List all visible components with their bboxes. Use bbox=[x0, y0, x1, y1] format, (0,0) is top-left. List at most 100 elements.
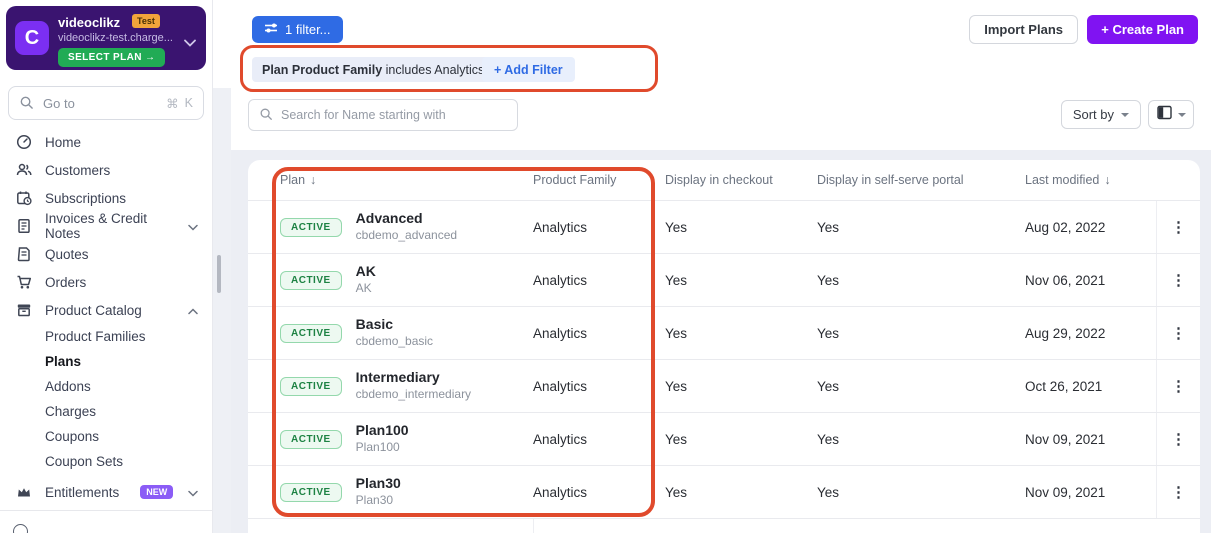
column-label: Last modified bbox=[1025, 173, 1099, 187]
chevron-down-icon[interactable] bbox=[184, 34, 196, 52]
filter-field: Plan Product Family bbox=[262, 63, 382, 77]
table-row-partial[interactable]: ACTIVE bbox=[248, 518, 1200, 533]
people-icon bbox=[16, 162, 32, 178]
column-header-product-family: Product Family bbox=[533, 173, 665, 187]
plans-table-card: Plan ↓ Product Family Display in checkou… bbox=[248, 160, 1200, 533]
kebab-menu-icon[interactable]: ⋮ bbox=[1171, 379, 1186, 394]
plan-name: Basic bbox=[356, 316, 433, 334]
sort-by-button[interactable]: Sort by bbox=[1061, 100, 1141, 129]
table-header: Plan ↓ Product Family Display in checkou… bbox=[248, 160, 1200, 200]
search-input[interactable]: Search for Name starting with bbox=[248, 99, 518, 131]
display-checkout-cell: Yes bbox=[665, 485, 817, 500]
sidebar-item-plans[interactable]: Plans bbox=[0, 349, 212, 374]
box-icon bbox=[16, 302, 32, 318]
filter-condition: includes Analytics bbox=[382, 63, 484, 77]
sidebar-item-addons[interactable]: Addons bbox=[0, 374, 212, 399]
last-modified-cell: Nov 09, 2021 bbox=[1025, 485, 1156, 500]
status-badge: ACTIVE bbox=[280, 324, 342, 343]
plan-code: cbdemo_basic bbox=[356, 334, 433, 350]
app-window: C videoclikz Test videoclikz-test.charge… bbox=[0, 0, 1211, 533]
kebab-menu-icon[interactable]: ⋮ bbox=[1171, 432, 1186, 447]
sidebar-item-label: Home bbox=[45, 135, 81, 150]
sidebar-item-quotes[interactable]: Quotes bbox=[0, 240, 212, 268]
kebab-menu-icon[interactable]: ⋮ bbox=[1171, 326, 1186, 341]
calendar-clock-icon bbox=[16, 190, 32, 206]
plan-name: Plan30 bbox=[356, 475, 401, 493]
plan-code: Plan100 bbox=[356, 440, 409, 456]
kebab-menu-icon[interactable]: ⋮ bbox=[1171, 273, 1186, 288]
table-row[interactable]: ACTIVE Intermediary cbdemo_intermediary … bbox=[248, 359, 1200, 412]
plan-name: Intermediary bbox=[356, 369, 471, 387]
quote-doc-icon bbox=[16, 246, 32, 262]
search-icon bbox=[19, 95, 35, 111]
display-checkout-cell: Yes bbox=[665, 432, 817, 447]
create-plan-button[interactable]: + Create Plan bbox=[1087, 15, 1198, 44]
display-portal-cell: Yes bbox=[817, 379, 1025, 394]
org-domain: videoclikz-test.charge... bbox=[58, 32, 173, 44]
sidebar-item-coupons[interactable]: Coupons bbox=[0, 424, 212, 449]
active-filter-chip[interactable]: Plan Product Family includes Analytics bbox=[252, 57, 494, 82]
sidebar-item-orders[interactable]: Orders bbox=[0, 268, 212, 296]
org-name: videoclikz bbox=[58, 15, 120, 30]
table-body: ACTIVE Advanced cbdemo_advanced Analytic… bbox=[248, 200, 1200, 533]
sidebar-sub-label: Plans bbox=[45, 354, 81, 369]
table-row[interactable]: ACTIVE Plan100 Plan100 Analytics Yes Yes… bbox=[248, 412, 1200, 465]
status-badge: ACTIVE bbox=[280, 271, 342, 290]
product-family-cell: Analytics bbox=[533, 432, 665, 447]
plan-cell: ACTIVE Plan100 Plan100 bbox=[280, 422, 533, 455]
search-placeholder: Search for Name starting with bbox=[281, 108, 446, 122]
kebab-menu-icon[interactable]: ⋮ bbox=[1171, 485, 1186, 500]
invoice-icon bbox=[16, 218, 32, 234]
table-row[interactable]: ACTIVE Plan30 Plan30 Analytics Yes Yes N… bbox=[248, 465, 1200, 518]
sidebar-scrollbar[interactable] bbox=[217, 255, 221, 293]
sidebar-item-charges[interactable]: Charges bbox=[0, 399, 212, 424]
sidebar-item-customers[interactable]: Customers bbox=[0, 156, 212, 184]
display-portal-cell: Yes bbox=[817, 220, 1025, 235]
org-switcher[interactable]: C videoclikz Test videoclikz-test.charge… bbox=[6, 6, 206, 70]
k-key: K bbox=[185, 96, 193, 111]
sidebar-item-entitlements[interactable]: Entitlements NEW bbox=[0, 478, 212, 506]
sidebar-sub-label: Addons bbox=[45, 379, 91, 394]
caret-down-icon bbox=[1178, 113, 1186, 117]
display-portal-cell: Yes bbox=[817, 485, 1025, 500]
table-row[interactable]: ACTIVE AK AK Analytics Yes Yes Nov 06, 2… bbox=[248, 253, 1200, 306]
status-badge: ACTIVE bbox=[280, 218, 342, 237]
table-row[interactable]: ACTIVE Basic cbdemo_basic Analytics Yes … bbox=[248, 306, 1200, 359]
sidebar-item-home[interactable]: Home bbox=[0, 128, 212, 156]
settings-icon[interactable] bbox=[13, 524, 28, 533]
column-header-last-modified[interactable]: Last modified ↓ bbox=[1025, 173, 1156, 187]
last-modified-cell: Aug 29, 2022 bbox=[1025, 326, 1156, 341]
column-header-plan[interactable]: Plan ↓ bbox=[280, 173, 533, 187]
import-plans-button[interactable]: Import Plans bbox=[969, 15, 1078, 44]
crown-icon bbox=[16, 484, 32, 500]
sidebar-item-product-families[interactable]: Product Families bbox=[0, 324, 212, 349]
plan-cell: ACTIVE Basic cbdemo_basic bbox=[280, 316, 533, 349]
plan-code: cbdemo_intermediary bbox=[356, 387, 471, 403]
select-plan-button[interactable]: SELECT PLAN → bbox=[58, 48, 165, 67]
product-family-cell: Analytics bbox=[533, 326, 665, 341]
column-header-display-portal: Display in self-serve portal bbox=[817, 173, 1025, 187]
sidebar-item-label: Subscriptions bbox=[45, 191, 126, 206]
goto-search-input[interactable]: Go to ⌘ K bbox=[8, 86, 204, 120]
new-badge: NEW bbox=[140, 485, 173, 499]
caret-down-icon bbox=[1121, 113, 1129, 117]
plan-name: Advanced bbox=[356, 210, 457, 228]
sidebar-item-label: Entitlements bbox=[45, 485, 119, 500]
sidebar: C videoclikz Test videoclikz-test.charge… bbox=[0, 0, 213, 533]
columns-icon bbox=[1157, 105, 1172, 125]
sidebar-item-label: Product Catalog bbox=[45, 303, 142, 318]
sidebar-gutter bbox=[213, 88, 231, 533]
sidebar-item-subscriptions[interactable]: Subscriptions bbox=[0, 184, 212, 212]
sidebar-item-invoices[interactable]: Invoices & Credit Notes bbox=[0, 212, 212, 240]
sidebar-item-coupon-sets[interactable]: Coupon Sets bbox=[0, 449, 212, 474]
add-filter-button[interactable]: + Add Filter bbox=[482, 57, 575, 82]
plan-cell: ACTIVE Intermediary cbdemo_intermediary bbox=[280, 369, 533, 402]
kebab-menu-icon[interactable]: ⋮ bbox=[1171, 220, 1186, 235]
column-settings-button[interactable] bbox=[1148, 100, 1194, 129]
column-label: Product Family bbox=[533, 173, 616, 187]
table-row[interactable]: ACTIVE Advanced cbdemo_advanced Analytic… bbox=[248, 200, 1200, 253]
filters-button[interactable]: 1 filter... bbox=[252, 16, 343, 43]
search-icon bbox=[259, 107, 273, 124]
product-family-cell: Analytics bbox=[533, 273, 665, 288]
sidebar-item-product-catalog[interactable]: Product Catalog bbox=[0, 296, 212, 324]
